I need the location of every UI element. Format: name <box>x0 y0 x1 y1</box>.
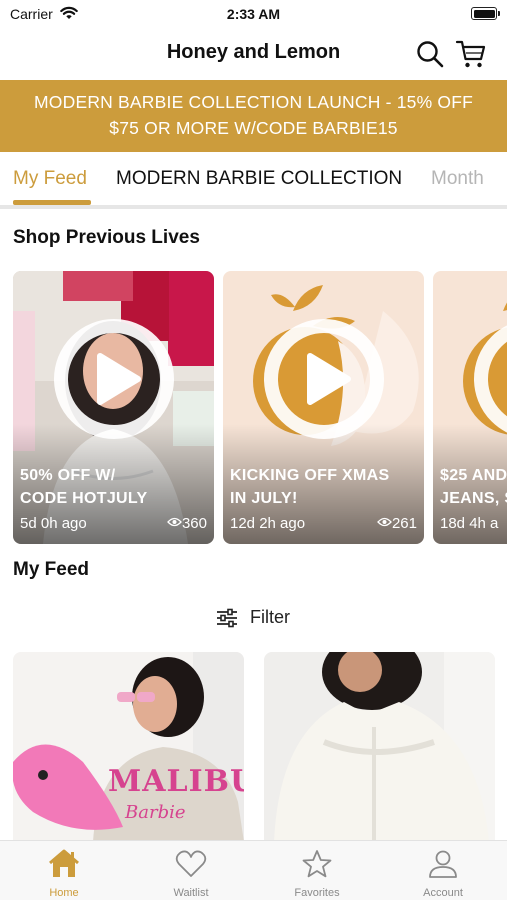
promo-banner[interactable]: MODERN BARBIE COLLECTION LAUNCH - 15% OF… <box>0 80 507 152</box>
active-tab-indicator <box>13 200 91 205</box>
tab-modern-barbie-collection[interactable]: MODERN BARBIE COLLECTION <box>116 168 402 190</box>
star-icon <box>302 850 332 878</box>
nav-account[interactable]: Account <box>393 849 493 899</box>
eye-icon <box>167 517 182 527</box>
promo-line-2: $75 OR MORE W/CODE BARBIE15 <box>109 118 398 138</box>
home-icon <box>49 849 79 877</box>
nav-waitlist[interactable]: Waitlist <box>141 849 241 899</box>
play-icon[interactable] <box>473 318 507 440</box>
cart-icon[interactable] <box>455 38 487 70</box>
sliders-icon <box>217 608 237 628</box>
previous-lives-carousel[interactable]: 50% OFF W/ CODE HOTJULY 5d 0h ago 360 KI… <box>13 271 507 545</box>
category-tabs: My Feed MODERN BARBIE COLLECTION Month <box>0 152 507 209</box>
section-title-my-feed: My Feed <box>13 559 90 580</box>
bottom-tab-bar: Home Waitlist Favorites Account <box>0 840 507 900</box>
play-icon[interactable] <box>263 318 385 440</box>
live-card[interactable]: 50% OFF W/ CODE HOTJULY 5d 0h ago 360 <box>13 271 214 544</box>
tab-my-feed[interactable]: My Feed <box>13 168 87 190</box>
feed-product-card[interactable] <box>264 652 495 842</box>
live-card[interactable]: $25 AND JEANS, S 18d 4h a <box>433 271 507 544</box>
app-header: Honey and Lemon <box>0 30 507 78</box>
shirt-print-script: Barbie <box>125 802 186 823</box>
status-time: 2:33 AM <box>226 6 281 22</box>
live-card[interactable]: KICKING OFF XMAS IN JULY! 12d 2h ago 261 <box>223 271 424 544</box>
live-age: 18d 4h a <box>440 515 499 532</box>
live-title: KICKING OFF XMAS IN JULY! <box>230 467 390 507</box>
person-icon <box>429 850 457 878</box>
live-views: 360 <box>167 515 207 532</box>
nav-favorites[interactable]: Favorites <box>267 849 367 899</box>
live-age: 12d 2h ago <box>230 515 306 532</box>
nav-favorites-label: Favorites <box>294 887 340 899</box>
live-age: 5d 0h ago <box>20 515 87 532</box>
live-views: 261 <box>377 515 417 532</box>
live-title: $25 AND JEANS, S <box>440 467 507 507</box>
nav-home[interactable]: Home <box>14 849 114 899</box>
eye-icon <box>377 517 392 527</box>
feed-product-card[interactable]: MALIBU Barbie <box>13 652 244 842</box>
nav-waitlist-label: Waitlist <box>173 887 209 899</box>
status-bar: Carrier 2:33 AM <box>0 0 507 30</box>
filter-label: Filter <box>250 607 290 627</box>
live-title: 50% OFF W/ CODE HOTJULY <box>20 467 148 507</box>
nav-home-label: Home <box>49 887 79 899</box>
battery-icon <box>471 7 500 20</box>
heart-icon <box>175 850 207 877</box>
section-title-previous-lives: Shop Previous Lives <box>13 227 200 248</box>
play-icon[interactable] <box>53 318 175 440</box>
promo-line-1: MODERN BARBIE COLLECTION LAUNCH - 15% OF… <box>34 92 473 112</box>
search-icon[interactable] <box>414 38 446 70</box>
nav-account-label: Account <box>423 887 463 899</box>
filter-button[interactable]: Filter <box>0 606 507 630</box>
product-image <box>264 652 495 842</box>
shirt-print-text: MALIBU <box>108 764 244 799</box>
tab-month[interactable]: Month <box>431 168 484 190</box>
